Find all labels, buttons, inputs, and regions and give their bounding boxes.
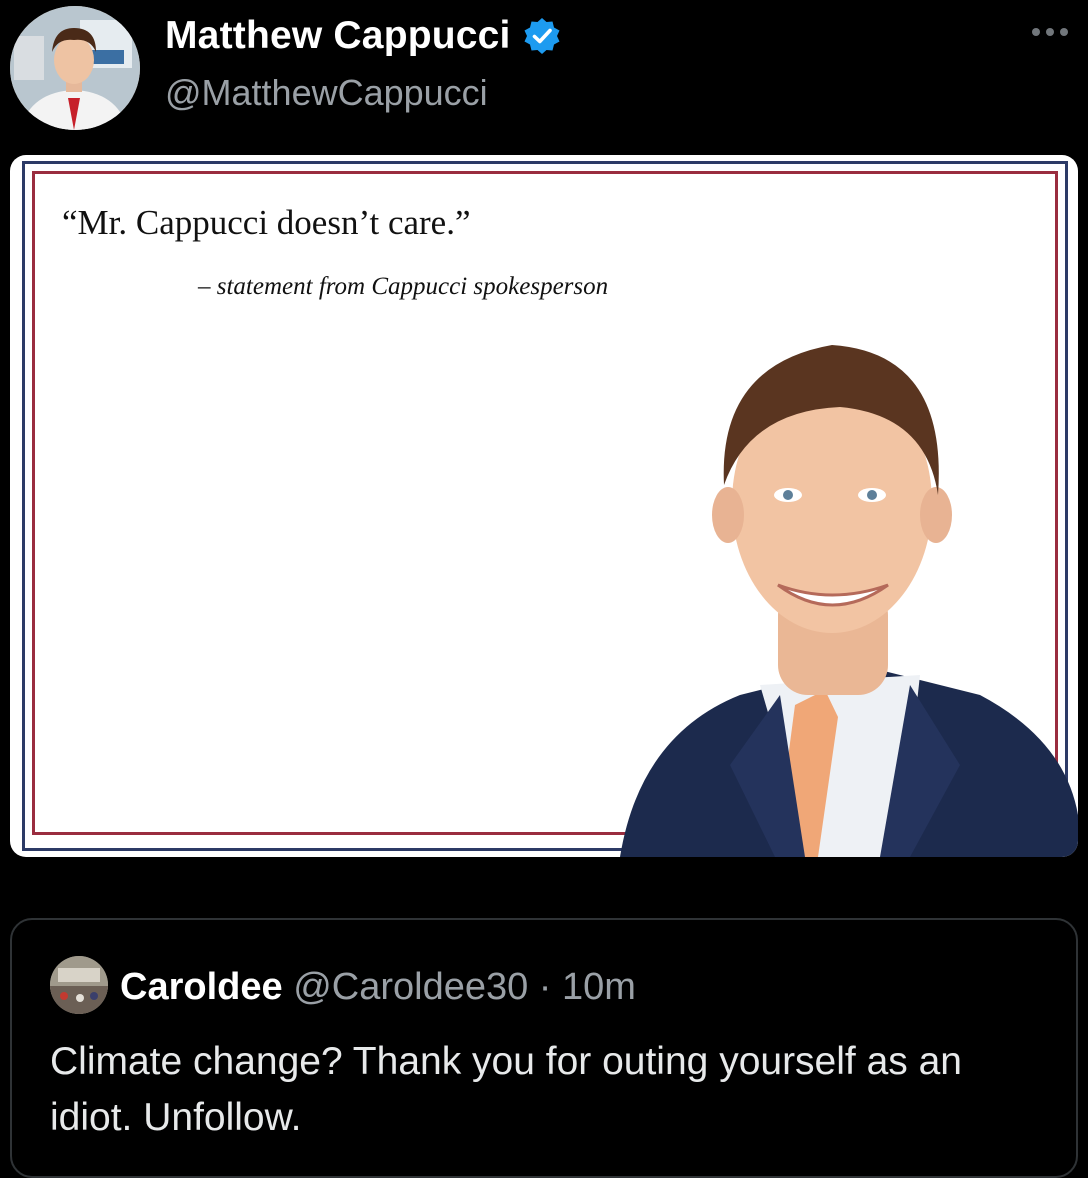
tweet-header: Matthew Cappucci @MatthewCappucci bbox=[0, 0, 1088, 150]
quoted-tweet-text: Climate change? Thank you for outing you… bbox=[50, 1040, 962, 1139]
author-name-row: Matthew Cappucci bbox=[165, 14, 561, 58]
author-avatar[interactable] bbox=[10, 6, 140, 130]
quoted-tweet-meta: Caroldee @Caroldee30 · 10m bbox=[120, 966, 636, 1009]
tweet-media-image[interactable]: “Mr. Cappucci doesn’t care.” – statement… bbox=[10, 155, 1078, 857]
quoted-author-name[interactable]: Caroldee bbox=[120, 966, 283, 1008]
card-quote: “Mr. Cappucci doesn’t care.” bbox=[62, 203, 471, 242]
card-attribution: – statement from Cappucci spokesperson bbox=[198, 273, 609, 300]
quoted-author-handle[interactable]: @Caroldee30 bbox=[293, 966, 528, 1008]
author-name[interactable]: Matthew Cappucci bbox=[165, 14, 511, 58]
author-handle[interactable]: @MatthewCappucci bbox=[165, 72, 488, 114]
quoted-author-avatar[interactable] bbox=[50, 956, 108, 1014]
quoted-tweet-time[interactable]: 10m bbox=[562, 966, 636, 1008]
quoted-tweet[interactable]: Caroldee @Caroldee30 · 10m Climate chang… bbox=[10, 918, 1078, 1178]
portrait-photo bbox=[620, 345, 1078, 857]
meta-separator: · bbox=[528, 966, 563, 1008]
more-options-icon[interactable] bbox=[1028, 12, 1072, 52]
verified-badge-icon bbox=[524, 18, 560, 54]
